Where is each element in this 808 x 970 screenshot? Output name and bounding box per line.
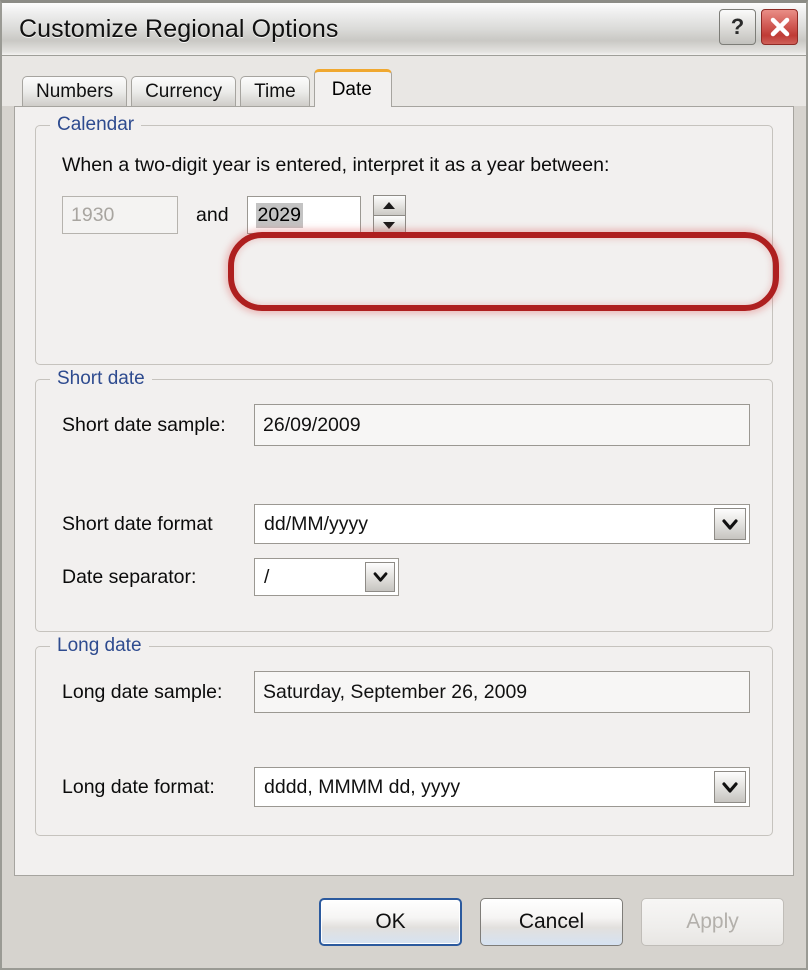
year-from-value: 1930: [71, 203, 115, 226]
customize-regional-options-dialog: Customize Regional Options ? Numbers Cur…: [0, 0, 808, 970]
long-date-format-value: dddd, MMMM dd, yyyy: [264, 775, 461, 798]
tab-time-label: Time: [254, 80, 296, 102]
year-from-field: 1930: [62, 196, 178, 234]
date-separator-value: /: [264, 565, 270, 588]
two-digit-year-instruction: When a two-digit year is entered, interp…: [62, 154, 610, 176]
help-question-mark: ?: [730, 14, 745, 39]
chevron-down-icon[interactable]: [714, 771, 746, 803]
ok-button-label: OK: [375, 910, 406, 933]
tab-currency[interactable]: Currency: [131, 76, 237, 106]
short-date-group-legend: Short date: [50, 368, 152, 390]
tab-date[interactable]: Date: [313, 69, 392, 107]
short-date-format-label: Short date format: [62, 512, 213, 535]
tab-time[interactable]: Time: [240, 76, 310, 106]
long-date-format-label: Long date format:: [62, 775, 215, 798]
long-date-group: Long date Long date sample: Saturday, Se…: [35, 635, 773, 836]
calendar-group: Calendar When a two-digit year is entere…: [35, 114, 773, 365]
date-tab-panel: Calendar When a two-digit year is entere…: [14, 106, 794, 876]
close-icon[interactable]: [761, 9, 798, 45]
short-date-sample-value: 26/09/2009: [263, 413, 361, 436]
cancel-button-label: Cancel: [518, 910, 585, 933]
ok-button[interactable]: OK: [319, 898, 462, 946]
spinner-up-icon[interactable]: [372, 195, 406, 215]
date-separator-dropdown[interactable]: /: [254, 558, 399, 596]
short-date-format-dropdown[interactable]: dd/MM/yyyy: [254, 504, 750, 544]
year-to-field[interactable]: 2029: [246, 196, 361, 234]
long-date-group-legend: Long date: [50, 635, 149, 657]
long-date-sample-label: Long date sample:: [62, 680, 223, 703]
tab-numbers[interactable]: Numbers: [22, 76, 128, 106]
title-bar: Customize Regional Options ?: [2, 3, 806, 56]
and-label: and: [196, 203, 229, 226]
long-date-format-dropdown[interactable]: dddd, MMMM dd, yyyy: [254, 767, 750, 807]
short-date-format-value: dd/MM/yyyy: [264, 512, 369, 535]
date-separator-label: Date separator:: [62, 565, 197, 588]
help-icon[interactable]: ?: [719, 9, 756, 45]
short-date-sample-field: 26/09/2009: [254, 404, 750, 446]
long-date-sample-field: Saturday, September 26, 2009: [254, 671, 750, 713]
apply-button-label: Apply: [686, 910, 739, 933]
apply-button: Apply: [641, 898, 784, 946]
tab-numbers-label: Numbers: [36, 80, 114, 102]
year-to-value: 2029: [255, 202, 303, 228]
tab-date-label: Date: [331, 78, 372, 100]
chevron-down-icon[interactable]: [365, 562, 395, 592]
window-title: Customize Regional Options: [19, 14, 339, 43]
calendar-group-legend: Calendar: [50, 114, 142, 136]
year-to-spinner[interactable]: [372, 195, 406, 235]
short-date-group: Short date Short date sample: 26/09/2009…: [35, 368, 773, 632]
short-date-sample-label: Short date sample:: [62, 413, 226, 436]
title-bar-buttons: ?: [719, 9, 798, 45]
long-date-sample-value: Saturday, September 26, 2009: [263, 680, 528, 703]
tab-currency-label: Currency: [145, 80, 223, 102]
dialog-buttons: OK Cancel Apply: [2, 876, 806, 968]
chevron-down-icon[interactable]: [714, 508, 746, 540]
cancel-button[interactable]: Cancel: [480, 898, 623, 946]
spinner-down-icon[interactable]: [372, 215, 406, 235]
tab-strip: Numbers Currency Time Date: [2, 56, 806, 107]
